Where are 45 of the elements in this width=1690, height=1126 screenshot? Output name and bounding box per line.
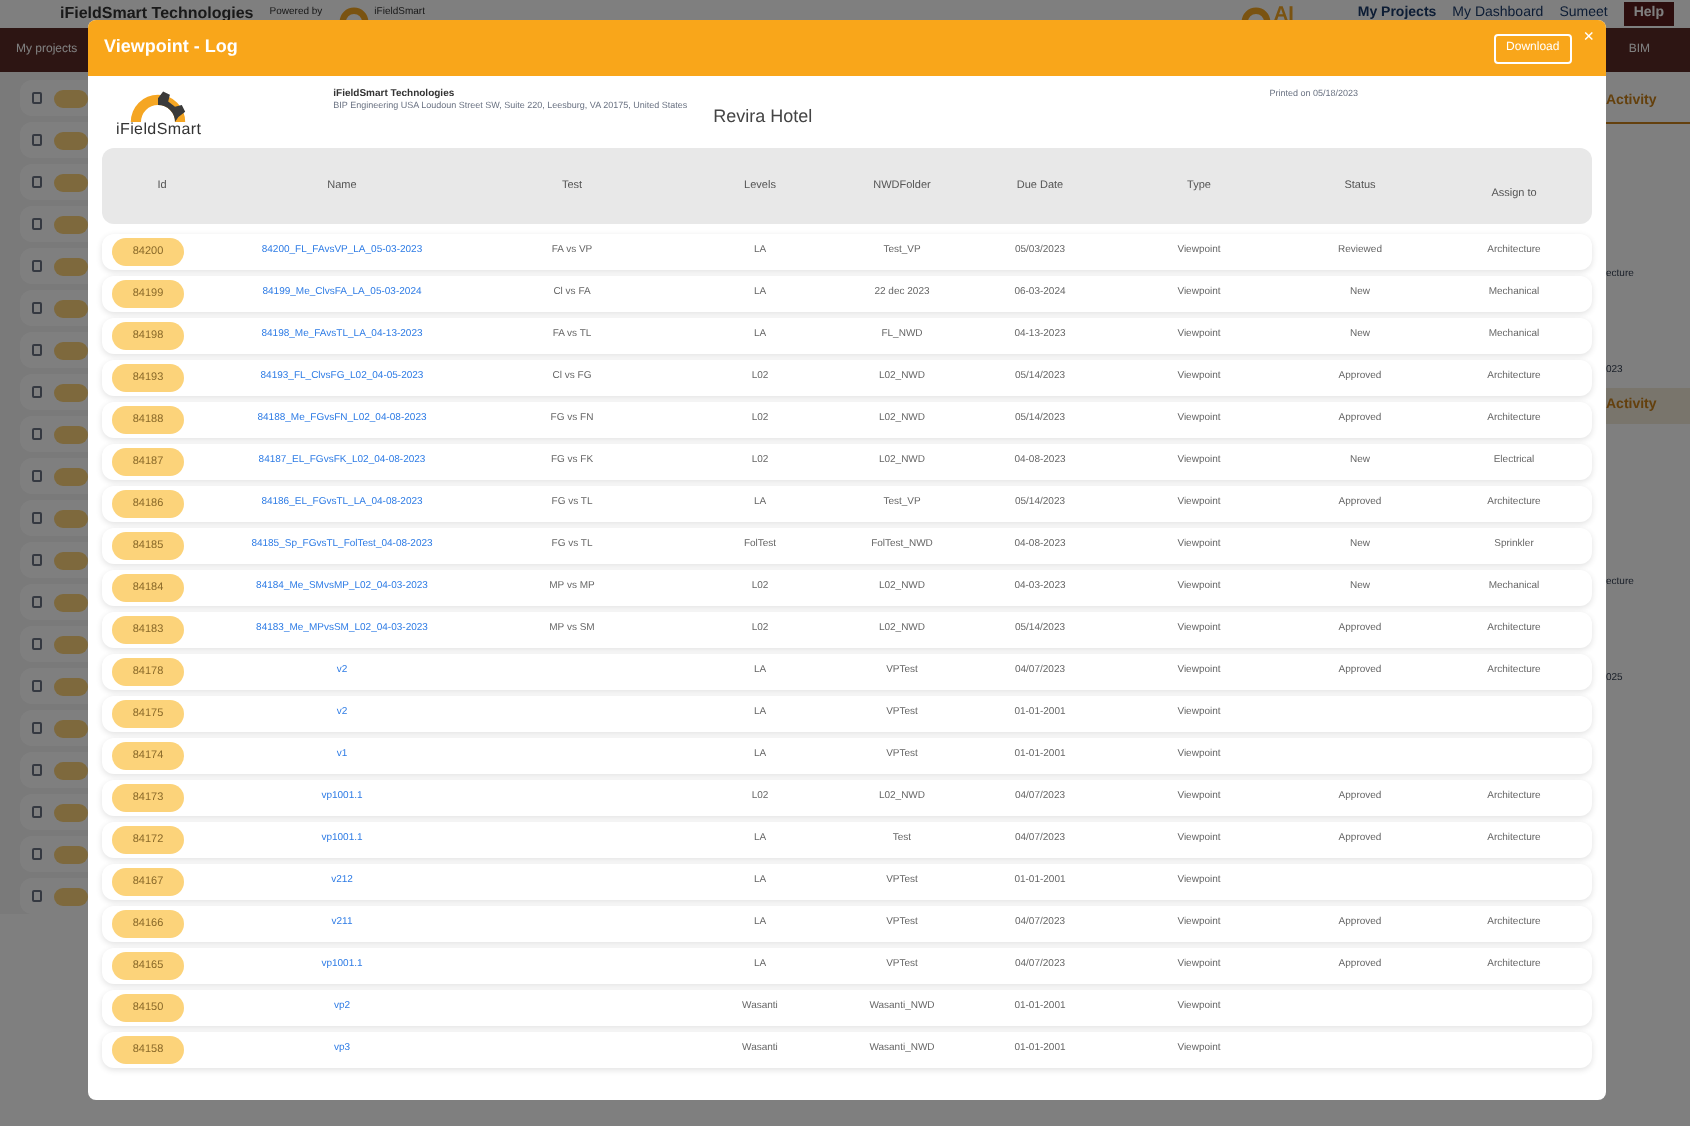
checkbox[interactable]: [32, 92, 43, 104]
id-pill: [54, 131, 88, 149]
checkbox[interactable]: [32, 344, 43, 356]
id-pill: [54, 425, 88, 443]
id-pill: [54, 719, 88, 737]
id-pill: [54, 299, 88, 317]
checkbox[interactable]: [32, 680, 43, 692]
id-pill: [54, 593, 88, 611]
ai-logo-text: AI: [1273, 1, 1294, 29]
checkbox[interactable]: [32, 890, 43, 902]
id-pill: [54, 215, 88, 233]
id-pill: [54, 551, 88, 569]
id-pill: [54, 677, 88, 695]
id-pill: [54, 635, 88, 653]
id-pill: [54, 89, 88, 107]
id-pill: [54, 509, 88, 527]
id-pill: [54, 845, 88, 863]
checkbox[interactable]: [32, 764, 43, 776]
id-pill: [54, 803, 88, 821]
checkbox[interactable]: [32, 806, 43, 818]
id-pill: [54, 383, 88, 401]
company-name: iFieldSmart Technologies: [60, 2, 254, 26]
checkbox[interactable]: [32, 470, 43, 482]
checkbox[interactable]: [32, 302, 43, 314]
checkbox[interactable]: [32, 260, 43, 272]
checkbox[interactable]: [32, 722, 43, 734]
checkbox[interactable]: [32, 848, 43, 860]
checkbox[interactable]: [32, 638, 43, 650]
project-name: Revira Hotel: [713, 104, 813, 130]
checkbox[interactable]: [32, 218, 43, 230]
modal-title: Viewpoint - Log: [104, 34, 238, 61]
id-pill: [54, 341, 88, 359]
id-pill: [54, 887, 88, 905]
checkbox[interactable]: [32, 596, 43, 608]
id-pill: [54, 257, 88, 275]
checkbox[interactable]: [32, 428, 43, 440]
checkbox[interactable]: [32, 512, 43, 524]
id-pill: [54, 467, 88, 485]
checkbox[interactable]: [32, 386, 43, 398]
id-pill: [54, 173, 88, 191]
checkbox[interactable]: [32, 134, 43, 146]
id-pill: [54, 761, 88, 779]
logo-text: iFieldSmart: [116, 122, 202, 138]
checkbox[interactable]: [32, 176, 43, 188]
checkbox[interactable]: [32, 554, 43, 566]
